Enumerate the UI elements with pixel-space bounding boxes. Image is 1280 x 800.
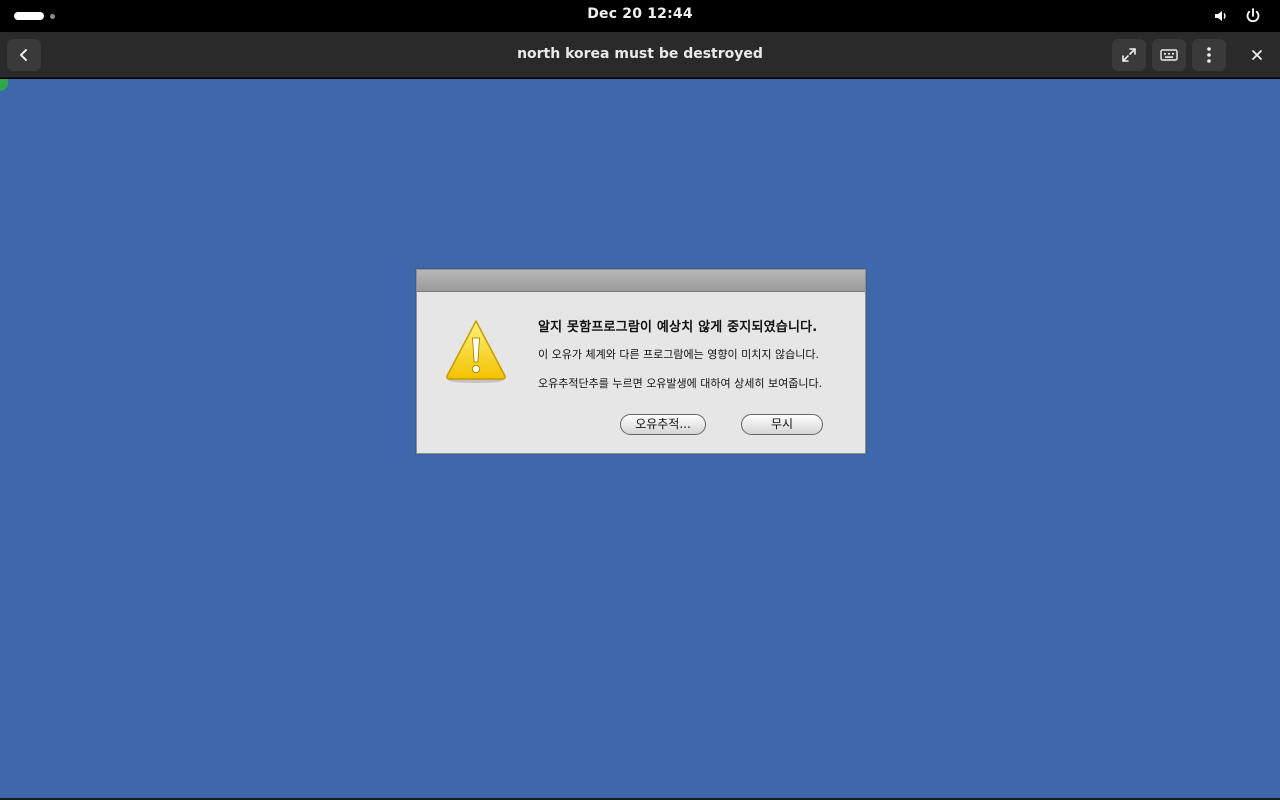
error-dialog: 알지 못함프로그람이 예상치 않게 중지되였습니다. 이 오유가 체계와 다른 … [416,269,866,454]
close-button[interactable] [1240,39,1274,71]
dialog-line-1: 이 오유가 체계와 다른 프로그람에는 영향이 미치지 않습니다. [538,348,819,361]
top-bar: Dec 20 12:44 [0,0,1280,32]
dialog-line-2: 오유추적단추를 누르면 오유발생에 대하여 상세히 보여줍니다. [538,377,823,390]
dialog-message: 알지 못함프로그람이 예상치 않게 중지되였습니다. 이 오유가 체계와 다른 … [538,316,858,391]
trace-error-button[interactable]: 오유추적... [620,414,706,435]
warning-triangle-icon [446,320,506,383]
menu-dots-icon [1207,47,1211,63]
ignore-button[interactable]: 무시 [741,414,823,435]
close-icon [1252,50,1262,60]
dialog-titlebar[interactable] [417,270,865,292]
cursor-indicator-icon [0,79,8,91]
fullscreen-icon [1122,48,1136,62]
volume-icon[interactable] [1212,7,1230,25]
power-icon[interactable] [1244,7,1262,25]
header-bar: north korea must be destroyed [0,32,1280,78]
keyboard-icon [1160,49,1178,61]
keyboard-button[interactable] [1152,39,1186,71]
clock[interactable]: Dec 20 12:44 [0,6,1280,22]
menu-button[interactable] [1192,39,1226,71]
dialog-heading: 알지 못함프로그람이 예상치 않게 중지되였습니다. [538,320,818,335]
window-title: north korea must be destroyed [517,46,763,62]
system-tray[interactable] [1212,7,1262,25]
fullscreen-button[interactable] [1112,39,1146,71]
